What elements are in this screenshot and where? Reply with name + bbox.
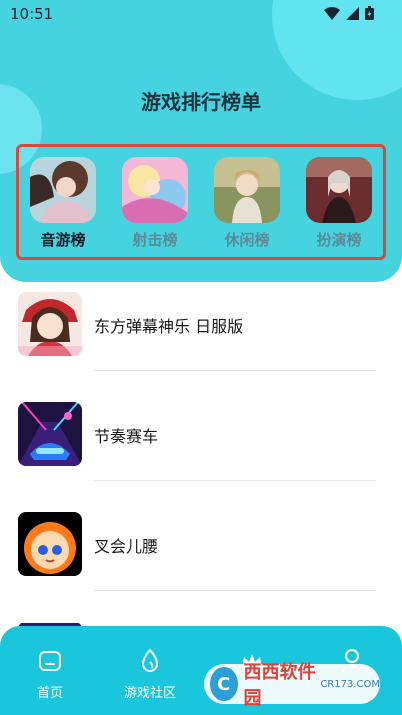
list-item[interactable]: 节奏赛车 [0, 392, 402, 502]
status-bar: 10:51 [0, 0, 402, 28]
tab-music-label: 音游榜 [40, 231, 86, 249]
watermark-logo: C [210, 667, 238, 701]
flame-icon [110, 646, 190, 676]
watermark-badge: C 西西软件园 CR173.COM [204, 662, 380, 709]
list-item[interactable]: 东方弹幕神乐 日服版 [0, 282, 402, 392]
tab-music[interactable]: 音游榜 [29, 157, 97, 250]
game-name: 节奏赛车 [94, 427, 159, 446]
header: 10:51 游戏排行榜单 音游榜 射击榜 休闲榜 扮演榜 [0, 0, 402, 282]
game-icon [18, 292, 82, 356]
watermark-brand: 西西软件园 [243, 662, 316, 709]
game-name: 叉会儿腰 [94, 537, 159, 556]
signal-icon [346, 6, 359, 24]
tab-roleplay-label: 扮演榜 [316, 231, 362, 249]
status-time: 10:51 [10, 5, 54, 23]
tab-roleplay-thumbnail [306, 157, 372, 223]
list-item[interactable]: 叉会儿腰 [0, 502, 402, 612]
game-icon [18, 512, 82, 576]
divider [94, 480, 376, 481]
category-tabs: 音游榜 射击榜 休闲榜 扮演榜 [16, 144, 386, 260]
game-icon [18, 402, 82, 466]
wifi-icon [324, 6, 340, 24]
divider [94, 590, 376, 591]
nav-community[interactable]: 游戏社区 [110, 646, 190, 701]
game-name: 东方弹幕神乐 日服版 [94, 317, 244, 336]
battery-icon [365, 6, 374, 24]
nav-home-label: 首页 [36, 686, 63, 701]
tab-casual-thumbnail [214, 157, 280, 223]
nav-community-label: 游戏社区 [123, 686, 176, 701]
tab-shooting-label: 射击榜 [132, 231, 178, 249]
tab-shooting-thumbnail [122, 157, 188, 223]
tab-shooting[interactable]: 射击榜 [121, 157, 189, 250]
nav-home[interactable]: 首页 [10, 646, 90, 701]
tab-music-thumbnail [30, 157, 96, 223]
page-title: 游戏排行榜单 [141, 90, 261, 114]
tab-roleplay[interactable]: 扮演榜 [305, 157, 373, 250]
watermark-site: CR173.COM [320, 678, 380, 690]
home-icon [10, 646, 90, 676]
tab-casual-label: 休闲榜 [224, 231, 270, 249]
tab-casual[interactable]: 休闲榜 [213, 157, 281, 250]
divider [94, 370, 376, 371]
status-icons [324, 6, 374, 24]
